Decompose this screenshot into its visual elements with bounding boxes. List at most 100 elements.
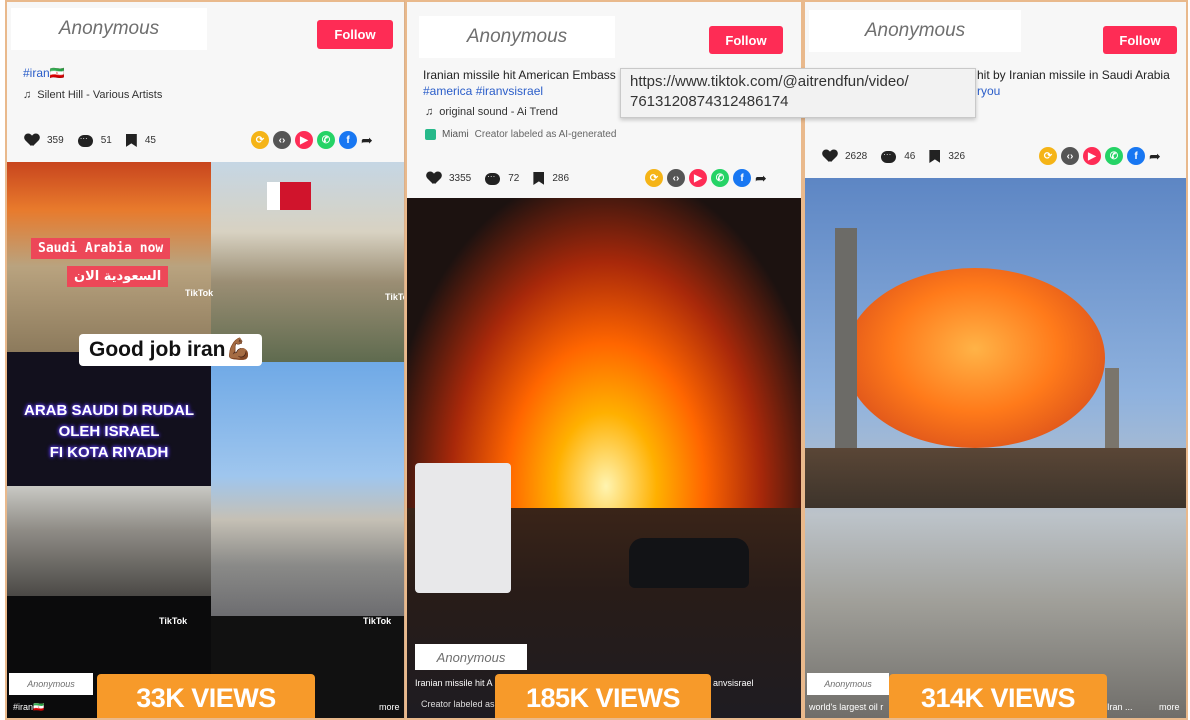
- follow-button[interactable]: Follow: [1103, 26, 1177, 54]
- embed-icon[interactable]: ‹›: [273, 131, 291, 149]
- repost-icon[interactable]: ⟳: [645, 169, 663, 187]
- hashtag-links[interactable]: ryou: [977, 84, 1000, 98]
- like-button[interactable]: 2628: [823, 150, 867, 163]
- collage-image-building: [211, 162, 404, 362]
- location-icon: [425, 129, 436, 140]
- author-name: Anonymous: [809, 10, 1021, 52]
- overlay-line: FI KOTA RIYADH: [49, 444, 169, 461]
- tiktok-watermark: TikTok: [185, 288, 214, 298]
- facebook-icon[interactable]: f: [1127, 147, 1145, 165]
- video-refinery-explosion[interactable]: [805, 178, 1186, 718]
- send-icon[interactable]: ▶: [295, 131, 313, 149]
- share-icons: ⟳ ‹› ▶ ✆ f ➦: [1039, 147, 1161, 165]
- bookmark-icon: [929, 150, 941, 163]
- views-badge: 185K VIEWS: [495, 674, 711, 718]
- url-tooltip: https://www.tiktok.com/@aitrendfun/video…: [620, 68, 976, 118]
- embed-icon[interactable]: ‹›: [667, 169, 685, 187]
- hashtag-link[interactable]: #iran🇮🇷: [23, 66, 65, 80]
- share-icons: ⟳ ‹› ▶ ✆ f ➦: [645, 169, 767, 187]
- like-count: 359: [47, 135, 64, 146]
- heart-icon: [427, 172, 441, 185]
- like-count: 3355: [449, 173, 472, 184]
- bottom-caption-tail: Iran ...: [1107, 702, 1133, 712]
- whatsapp-icon[interactable]: ✆: [1105, 147, 1123, 165]
- repost-icon[interactable]: ⟳: [1039, 147, 1057, 165]
- music-note-icon: ♫: [425, 106, 434, 118]
- views-badge: 314K VIEWS: [889, 674, 1107, 718]
- overlay-caption-en: Saudi Arabia now: [31, 238, 171, 259]
- post-caption: hit by Iranian missile in Saudi Arabia: [977, 68, 1170, 82]
- views-count: 314K VIEWS: [920, 682, 1076, 713]
- share-arrow-icon[interactable]: ➦: [1149, 148, 1161, 165]
- location-name[interactable]: Miami: [442, 129, 469, 140]
- embed-icon[interactable]: ‹›: [1061, 147, 1079, 165]
- bottom-caption-tail: anvsisrael: [713, 678, 754, 688]
- post-card-1: Anonymous Follow #iran🇮🇷 ♫ Silent Hill -…: [5, 0, 405, 720]
- send-icon[interactable]: ▶: [689, 169, 707, 187]
- save-count: 45: [144, 135, 156, 146]
- bookmark-icon: [125, 134, 137, 147]
- whatsapp-icon[interactable]: ✆: [711, 169, 729, 187]
- more-link[interactable]: more: [1159, 702, 1180, 712]
- overlay-text-block: ARAB SAUDI DI RUDAL OLEH ISRAEL FI KOTA …: [7, 400, 211, 463]
- sound-name: original sound - Ai Trend: [439, 106, 558, 118]
- views-badge: 33K VIEWS: [97, 674, 315, 718]
- author-name: Anonymous: [419, 16, 615, 58]
- bottom-caption: Iranian missile hit A: [415, 678, 493, 688]
- bottom-author: Anonymous: [807, 673, 889, 695]
- facebook-icon[interactable]: f: [733, 169, 751, 187]
- refinery-structure: [805, 448, 1186, 508]
- video-fire-explosion[interactable]: [407, 198, 801, 718]
- sound-row[interactable]: ♫ Silent Hill - Various Artists: [23, 89, 162, 101]
- flag-image: [267, 182, 311, 210]
- music-note-icon: ♫: [23, 89, 32, 101]
- comment-count: 46: [904, 151, 916, 162]
- more-link[interactable]: more: [379, 702, 400, 712]
- stats-row: 359 51 45: [25, 134, 156, 147]
- share-arrow-icon[interactable]: ➦: [361, 132, 373, 149]
- save-count: 326: [948, 151, 966, 162]
- ambulance-image: [415, 463, 511, 593]
- repost-icon[interactable]: ⟳: [251, 131, 269, 149]
- collage-image-road: [211, 362, 404, 616]
- tiktok-watermark: TikTok: [159, 616, 188, 626]
- comment-icon: [77, 134, 93, 147]
- comment-icon: [485, 172, 501, 185]
- tiktok-watermark: TikTok: [363, 616, 392, 626]
- ai-label: Creator labeled as AI-generated: [474, 129, 617, 140]
- sound-name: Silent Hill - Various Artists: [37, 89, 163, 101]
- collage-image-smoke: [7, 486, 211, 596]
- save-count: 286: [552, 173, 570, 184]
- comment-button[interactable]: 51: [77, 134, 112, 147]
- sound-row[interactable]: ♫ original sound - Ai Trend: [425, 106, 558, 118]
- views-count: 33K VIEWS: [136, 682, 276, 713]
- share-arrow-icon[interactable]: ➦: [755, 170, 767, 187]
- comment-button[interactable]: 72: [485, 172, 520, 185]
- tiktok-watermark: TikTok: [385, 292, 404, 302]
- location-row: Miami Creator labeled as AI-generated: [425, 129, 616, 140]
- stats-row: 3355 72 286: [427, 172, 569, 185]
- comment-button[interactable]: 46: [881, 150, 916, 163]
- bottom-author: Anonymous: [415, 644, 527, 670]
- save-button[interactable]: 286: [533, 172, 569, 185]
- save-button[interactable]: 45: [125, 134, 156, 147]
- save-button[interactable]: 326: [929, 150, 965, 163]
- overlay-line: OLEH ISRAEL: [58, 423, 160, 440]
- follow-button[interactable]: Follow: [709, 26, 783, 54]
- hashtag-links[interactable]: #america #iranvsisrael: [423, 84, 543, 98]
- send-icon[interactable]: ▶: [1083, 147, 1101, 165]
- follow-button[interactable]: Follow: [317, 20, 393, 49]
- car-image: [629, 538, 749, 588]
- bottom-author: Anonymous: [9, 673, 93, 695]
- url-tooltip-line1: https://www.tiktok.com/@aitrendfun/video…: [630, 73, 909, 90]
- whatsapp-icon[interactable]: ✆: [317, 131, 335, 149]
- comment-count: 72: [508, 173, 520, 184]
- bottom-caption: world's largest oil r: [809, 702, 884, 712]
- stats-row: 2628 46 326: [823, 150, 965, 163]
- comment-icon: [881, 150, 897, 163]
- like-button[interactable]: 3355: [427, 172, 471, 185]
- facebook-icon[interactable]: f: [339, 131, 357, 149]
- like-button[interactable]: 359: [25, 134, 64, 147]
- heart-icon: [25, 134, 39, 147]
- bookmark-icon: [533, 172, 545, 185]
